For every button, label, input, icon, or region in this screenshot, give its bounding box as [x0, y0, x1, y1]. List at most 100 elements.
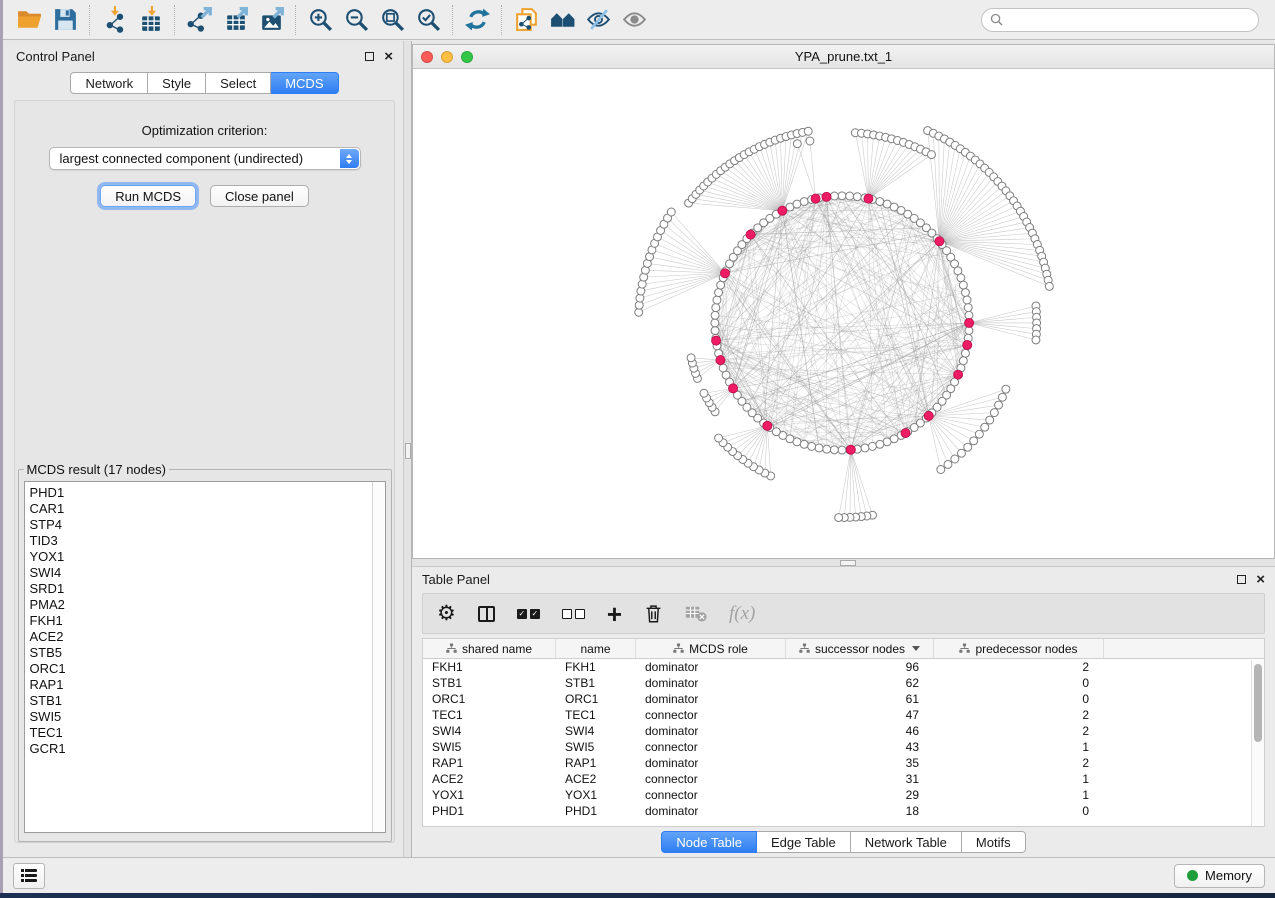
attribute-settings-button[interactable]: ⚙ — [437, 604, 456, 624]
zoom-selected-button[interactable] — [410, 3, 446, 37]
zoom-in-button[interactable] — [302, 3, 338, 37]
save-session-button[interactable] — [47, 3, 83, 37]
delete-table-icon — [685, 604, 707, 623]
column-header-successor-nodes[interactable]: successor nodes — [786, 639, 934, 658]
export-image-button[interactable] — [253, 3, 289, 37]
table-row-YOX1[interactable]: YOX1YOX1connector291 — [423, 787, 1264, 803]
select-all-columns-button[interactable]: ✓✓ — [517, 609, 540, 619]
mcds-result-list[interactable]: PHD1CAR1STP4TID3YOX1SWI4SRD1PMA2FKH1ACE2… — [24, 481, 386, 833]
tab-network-table[interactable]: Network Table — [851, 831, 962, 853]
column-header-shared-name[interactable]: shared name — [423, 639, 556, 658]
tab-edge-table[interactable]: Edge Table — [757, 831, 851, 853]
close-panel-icon[interactable]: × — [384, 52, 393, 61]
mcds-result-item[interactable]: ORC1 — [30, 661, 385, 677]
mcds-result-item[interactable]: STP4 — [30, 517, 385, 533]
cell-MCDS-role: dominator — [636, 804, 786, 818]
mcds-result-item[interactable]: RAP1 — [30, 677, 385, 693]
table-row-SWI5[interactable]: SWI5SWI5connector431 — [423, 739, 1264, 755]
table-scrollbar[interactable] — [1251, 660, 1264, 826]
criterion-select[interactable]: largest connected component (undirected) — [49, 147, 361, 170]
show-task-history-button[interactable] — [13, 863, 45, 889]
table-row-STB1[interactable]: STB1STB1dominator620 — [423, 675, 1264, 691]
table-row-TEC1[interactable]: TEC1TEC1connector472 — [423, 707, 1264, 723]
column-label: name — [580, 642, 610, 656]
cell-shared-name: SWI5 — [423, 740, 556, 754]
tab-node-table[interactable]: Node Table — [661, 831, 757, 853]
column-header-name[interactable]: name — [556, 639, 636, 658]
zoom-fit-button[interactable] — [374, 3, 410, 37]
cell-successor-nodes: 31 — [786, 772, 934, 786]
memory-button[interactable]: Memory — [1174, 864, 1265, 888]
vertical-splitter[interactable] — [403, 41, 412, 857]
refresh-view-button[interactable] — [459, 3, 495, 37]
mcds-result-item[interactable]: FKH1 — [30, 613, 385, 629]
horizontal-splitter-grip[interactable] — [840, 560, 856, 566]
unselect-all-columns-button[interactable] — [562, 609, 585, 619]
table-close-icon[interactable]: × — [1256, 575, 1265, 584]
column-header-predecessor-nodes[interactable]: predecessor nodes — [934, 639, 1104, 658]
mcds-result-item[interactable]: SRD1 — [30, 581, 385, 597]
attribute-type-icon — [799, 643, 810, 654]
horizontal-splitter[interactable] — [412, 558, 1275, 567]
close-panel-button[interactable]: Close panel — [210, 185, 309, 207]
table-float-icon[interactable] — [1237, 575, 1246, 584]
cell-MCDS-role: dominator — [636, 724, 786, 738]
toolbar-divider — [174, 5, 175, 35]
select-stepper-icon — [340, 149, 359, 168]
first-neighbors-button[interactable] — [544, 3, 580, 37]
table-row-FKH1[interactable]: FKH1FKH1dominator962 — [423, 659, 1264, 675]
cell-predecessor-nodes: 0 — [934, 804, 1104, 818]
search-box[interactable] — [981, 8, 1259, 32]
new-column-button[interactable]: + — [607, 604, 622, 624]
hide-selected-button[interactable] — [580, 3, 616, 37]
vertical-splitter-grip[interactable] — [405, 443, 411, 459]
export-table-button[interactable] — [217, 3, 253, 37]
import-network-button[interactable] — [96, 3, 132, 37]
mcds-result-item[interactable]: GCR1 — [30, 741, 385, 757]
search-input[interactable] — [1008, 13, 1250, 27]
show-all-button[interactable] — [616, 3, 652, 37]
tab-select[interactable]: Select — [206, 72, 271, 94]
cell-predecessor-nodes: 1 — [934, 788, 1104, 802]
export-network-button[interactable] — [181, 3, 217, 37]
mcds-result-item[interactable]: PHD1 — [30, 485, 385, 501]
column-header-MCDS-role[interactable]: MCDS role — [636, 639, 786, 658]
mcds-result-item[interactable]: PMA2 — [30, 597, 385, 613]
first-neighbors-icon — [549, 6, 576, 33]
table-row-ORC1[interactable]: ORC1ORC1dominator610 — [423, 691, 1264, 707]
cell-name: YOX1 — [556, 788, 636, 802]
mcds-result-item[interactable]: TID3 — [30, 533, 385, 549]
network-canvas[interactable] — [413, 69, 1274, 558]
cell-name: SWI5 — [556, 740, 636, 754]
mcds-result-item[interactable]: ACE2 — [30, 629, 385, 645]
run-mcds-button[interactable]: Run MCDS — [100, 185, 196, 207]
table-row-PHD1[interactable]: PHD1PHD1dominator180 — [423, 803, 1264, 819]
mcds-list-scrollbar[interactable] — [372, 482, 385, 832]
import-table-button[interactable] — [132, 3, 168, 37]
mcds-result-item[interactable]: SWI5 — [30, 709, 385, 725]
duplicate-network-button[interactable] — [508, 3, 544, 37]
column-layout-button[interactable] — [478, 606, 495, 622]
mcds-result-item[interactable]: YOX1 — [30, 549, 385, 565]
float-panel-icon[interactable] — [365, 52, 374, 61]
delete-column-button[interactable] — [644, 603, 663, 624]
network-graph[interactable] — [413, 69, 1274, 558]
table-row-ACE2[interactable]: ACE2ACE2connector311 — [423, 771, 1264, 787]
mcds-result-item[interactable]: STB5 — [30, 645, 385, 661]
table-row-RAP1[interactable]: RAP1RAP1dominator352 — [423, 755, 1264, 771]
cell-MCDS-role: connector — [636, 740, 786, 754]
tab-style[interactable]: Style — [148, 72, 206, 94]
table-row-SWI4[interactable]: SWI4SWI4dominator462 — [423, 723, 1264, 739]
tab-motifs[interactable]: Motifs — [962, 831, 1026, 853]
open-session-button[interactable] — [11, 3, 47, 37]
toolbar-divider — [295, 5, 296, 35]
mcds-result-item[interactable]: TEC1 — [30, 725, 385, 741]
mcds-result-item[interactable]: STB1 — [30, 693, 385, 709]
mcds-result-item[interactable]: SWI4 — [30, 565, 385, 581]
tab-network[interactable]: Network — [70, 72, 148, 94]
mcds-result-item[interactable]: CAR1 — [30, 501, 385, 517]
header-filler — [1104, 639, 1264, 658]
table-scrollbar-thumb[interactable] — [1254, 664, 1262, 742]
tab-mcds[interactable]: MCDS — [271, 72, 338, 94]
zoom-out-button[interactable] — [338, 3, 374, 37]
